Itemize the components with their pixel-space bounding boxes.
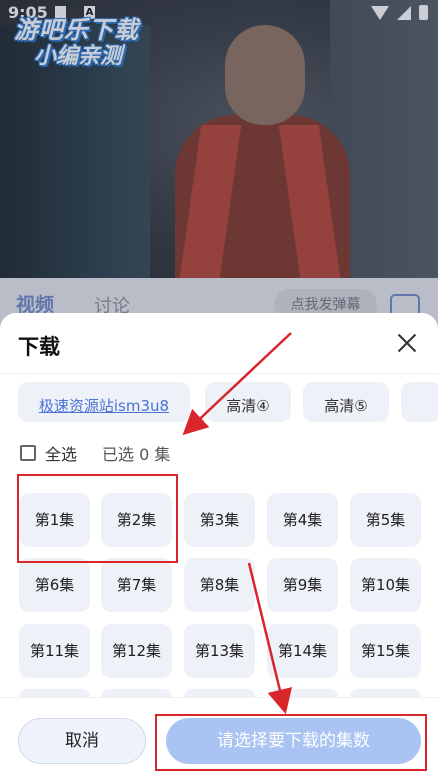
annotation-arrows <box>182 332 293 715</box>
annotation-arrow-down <box>247 562 293 715</box>
annotation-arrow-up <box>182 332 292 436</box>
